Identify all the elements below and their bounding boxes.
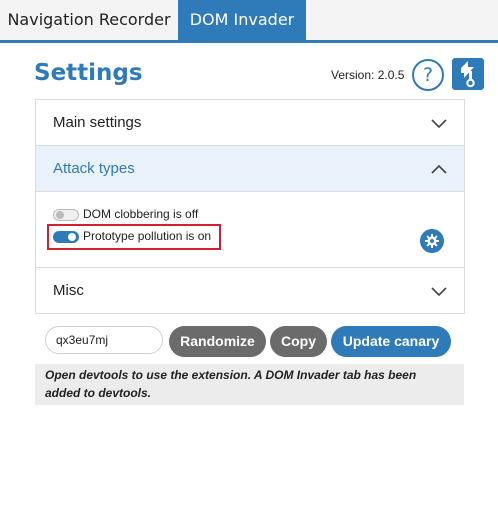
version-label: Version: 2.0.5 (331, 68, 405, 82)
gear-icon[interactable] (420, 229, 444, 253)
misc-header[interactable]: Misc (36, 268, 464, 313)
tab-underline (0, 40, 498, 43)
tab-dom-invader[interactable]: DOM Invader (178, 0, 306, 40)
chevron-down-icon (431, 119, 447, 129)
help-button[interactable]: ? (412, 59, 444, 91)
copy-button[interactable]: Copy (270, 326, 327, 357)
attack-types-header[interactable]: Attack types (36, 146, 464, 192)
gear-glyph (425, 234, 439, 248)
chevron-up-icon (431, 164, 447, 174)
randomize-button[interactable]: Randomize (169, 326, 266, 357)
attack-types-panel: DOM clobbering is off Prototype pollutio… (36, 192, 464, 268)
settings-accordion: Main settings Attack types DOM clobberin… (35, 99, 465, 314)
toggle-knob (68, 233, 76, 241)
canary-input[interactable] (45, 326, 163, 354)
logo-glyph (461, 61, 475, 88)
dom-invader-logo-icon[interactable] (452, 58, 484, 90)
page-title: Settings (34, 60, 143, 86)
dom-clobbering-toggle[interactable] (53, 209, 79, 221)
misc-label: Misc (53, 282, 84, 299)
main-settings-header[interactable]: Main settings (36, 100, 464, 146)
chevron-down-icon (431, 287, 447, 297)
tab-navigation-recorder[interactable]: Navigation Recorder (0, 0, 178, 40)
attack-types-label: Attack types (53, 160, 135, 177)
update-canary-button[interactable]: Update canary (331, 326, 451, 357)
dom-clobbering-label: DOM clobbering is off (83, 207, 199, 221)
prototype-pollution-toggle[interactable] (53, 231, 79, 243)
prototype-pollution-label: Prototype pollution is on (83, 229, 212, 243)
devtools-notice: Open devtools to use the extension. A DO… (35, 364, 464, 405)
main-settings-label: Main settings (53, 114, 142, 131)
tab-bar: Navigation Recorder DOM Invader (0, 0, 498, 40)
toggle-knob (56, 211, 64, 219)
